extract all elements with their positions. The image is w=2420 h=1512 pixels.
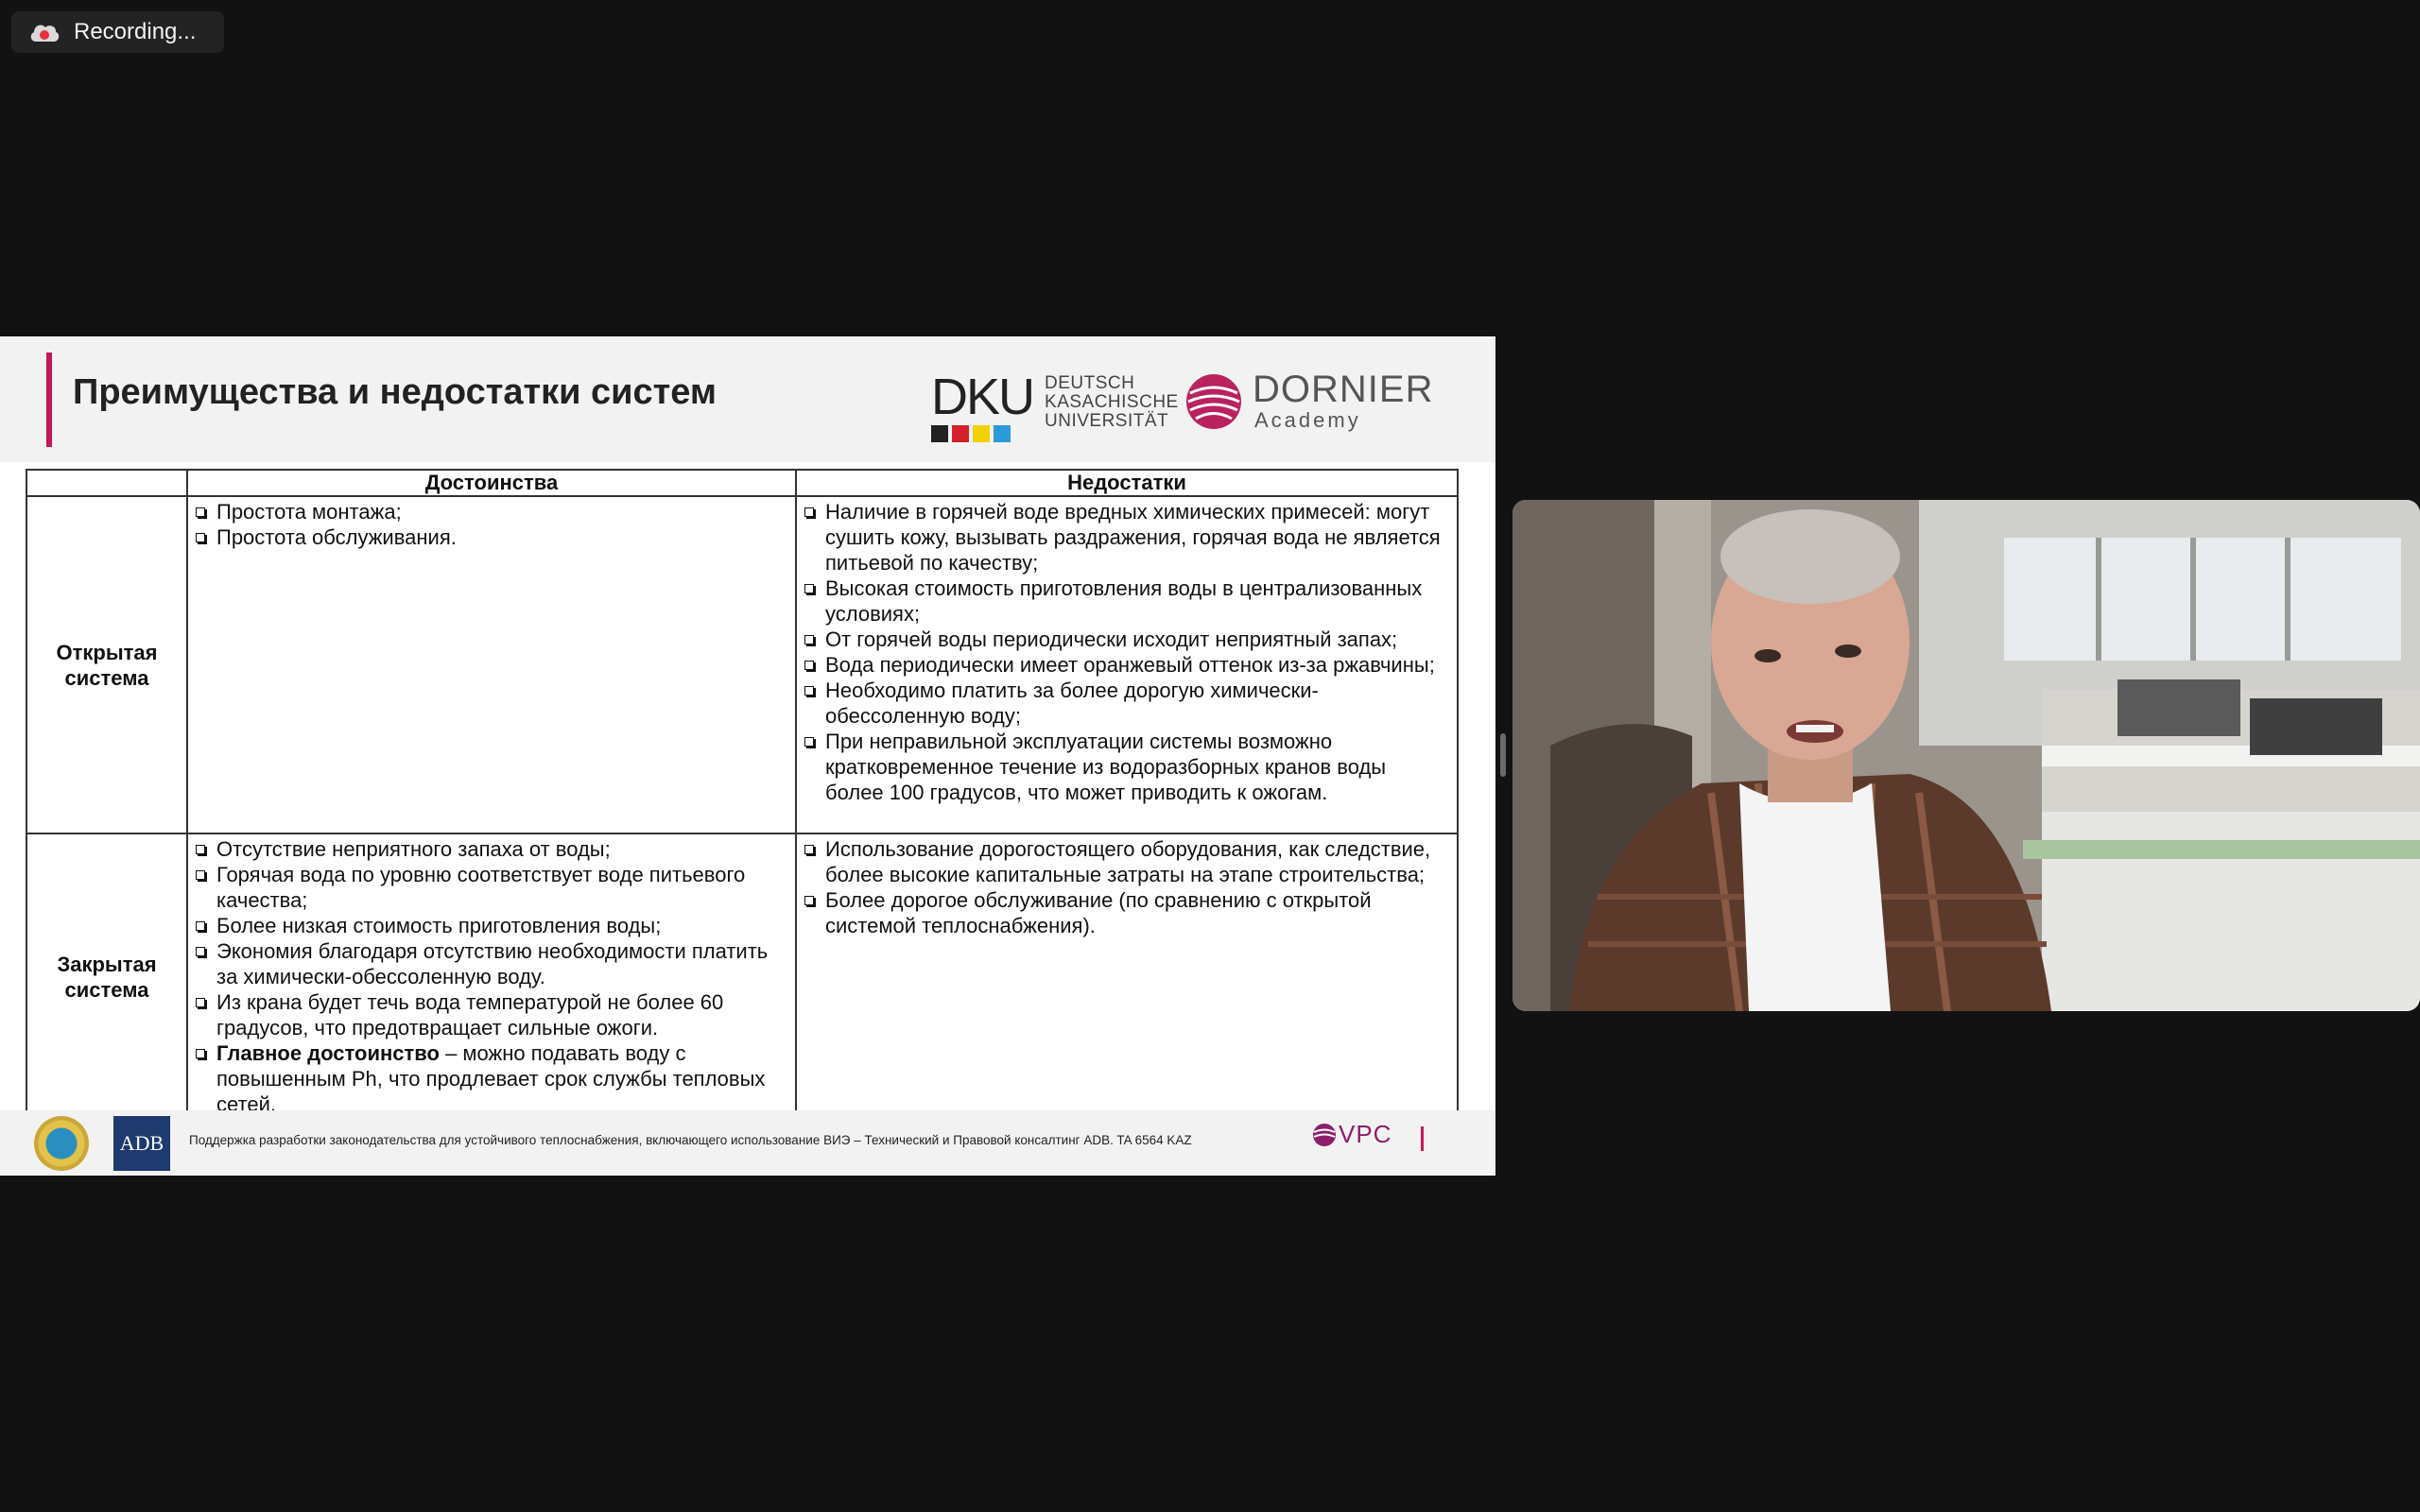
dku-text: DEUTSCH KASACHISCHE UNIVERSITÄT xyxy=(1045,373,1179,431)
list-item: Из крана будет течь вода температурой не… xyxy=(194,989,787,1040)
list-item: Простота монтажа; xyxy=(194,499,787,524)
footer-accent-bar xyxy=(1421,1126,1424,1151)
dku-letters: DKU xyxy=(931,369,1035,425)
row-label-open-system: Открытая система xyxy=(26,495,188,834)
table-row: Открытая система Простота монтажа; Прост… xyxy=(26,495,1459,834)
slide-footer: ADB Поддержка разработки законодательств… xyxy=(0,1110,1495,1176)
list-item: Наличие в горячей воде вредных химически… xyxy=(803,499,1449,576)
slide-header: Преимущества и недостатки систем DKU DEU… xyxy=(0,336,1495,462)
panel-resize-handle[interactable] xyxy=(1500,733,1506,777)
table-row: Закрытая система Отсутствие неприятного … xyxy=(26,833,1459,1121)
speaker-video[interactable] xyxy=(1512,500,2420,1011)
dornier-logo: DORNIER Academy xyxy=(1184,370,1433,433)
comparison-table: Достоинства Недостатки Открытая система … xyxy=(26,469,1459,1121)
list-item: Горячая вода по уровню соответствует вод… xyxy=(194,862,787,913)
list-item: От горячей воды периодически исходит неп… xyxy=(803,627,1449,652)
dornier-swirl-icon xyxy=(1186,374,1241,429)
kazakhstan-emblem-icon xyxy=(34,1116,89,1171)
column-header-advantages: Достоинства xyxy=(186,469,797,497)
shared-slide: Преимущества и недостатки систем DKU DEU… xyxy=(0,336,1495,1176)
main-advantage-bold: Главное достоинство xyxy=(216,1041,440,1065)
column-header-disadvantages: Недостатки xyxy=(795,469,1459,497)
dornier-name: DORNIER xyxy=(1253,369,1434,410)
open-system-disadvantages: Наличие в горячей воде вредных химически… xyxy=(795,495,1459,834)
slide-title: Преимущества и недостатки систем xyxy=(73,372,717,412)
speaker-video-frame xyxy=(1512,500,2420,1011)
dornier-sub: Academy xyxy=(1254,408,1361,432)
row-label-closed-system: Закрытая система xyxy=(26,833,188,1121)
list-item: Необходимо платить за более дорогую хими… xyxy=(803,678,1449,729)
list-item: При неправильной эксплуатации системы во… xyxy=(803,729,1449,805)
list-item: Вода периодически имеет оранжевый оттено… xyxy=(803,652,1449,678)
list-item: Отсутствие неприятного запаха от воды; xyxy=(194,836,787,862)
title-accent-bar xyxy=(46,352,52,447)
vpc-logo: VPC xyxy=(1312,1120,1392,1149)
vpc-swirl-icon xyxy=(1313,1123,1336,1146)
list-item: Главное достоинство – можно подавать вод… xyxy=(194,1040,787,1117)
list-item: Более дорогое обслуживание (по сравнению… xyxy=(803,887,1449,938)
closed-system-disadvantages: Использование дорогостоящего оборудовани… xyxy=(795,833,1459,1121)
footer-text: Поддержка разработки законодательства дл… xyxy=(189,1133,1192,1147)
list-item: Более низкая стоимость приготовления вод… xyxy=(194,913,787,938)
table-header-row: Достоинства Недостатки xyxy=(26,469,1459,497)
list-item: Высокая стоимость приготовления воды в ц… xyxy=(803,576,1449,627)
adb-logo: ADB xyxy=(113,1116,170,1171)
table-corner-cell xyxy=(26,469,188,497)
list-item: Простота обслуживания. xyxy=(194,524,787,550)
list-item: Экономия благодаря отсутствию необходимо… xyxy=(194,938,787,989)
list-item: Использование дорогостоящего оборудовани… xyxy=(803,836,1449,887)
cloud-record-icon xyxy=(28,21,60,43)
closed-system-advantages: Отсутствие неприятного запаха от воды; Г… xyxy=(186,833,797,1121)
recording-indicator[interactable]: Recording... xyxy=(11,11,224,53)
dku-color-squares xyxy=(931,425,1033,442)
open-system-advantages: Простота монтажа; Простота обслуживания. xyxy=(186,495,797,834)
dku-logo: DKU DEUTSCH KASACHISCHE UNIVERSITÄT xyxy=(931,369,1179,442)
recording-label: Recording... xyxy=(74,19,197,44)
